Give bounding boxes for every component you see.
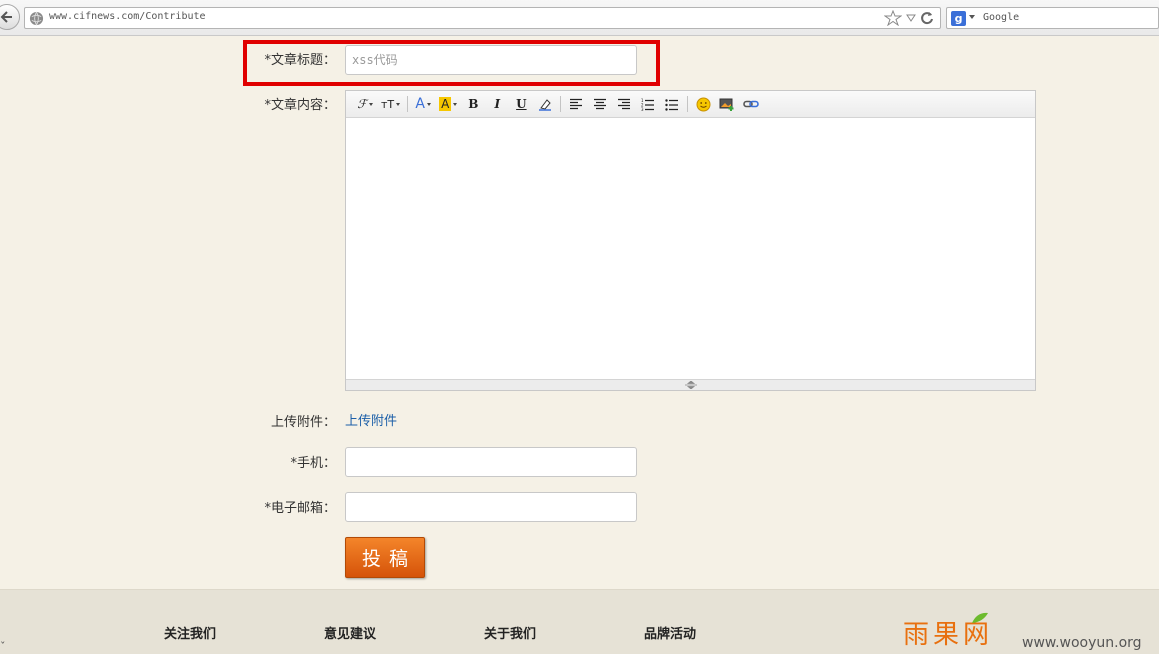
chevron-down-icon xyxy=(396,102,401,106)
editor-resize-handle[interactable] xyxy=(346,379,1035,390)
image-icon xyxy=(719,98,734,111)
align-center-icon xyxy=(594,98,607,110)
google-icon[interactable]: g xyxy=(951,11,966,26)
eraser-icon xyxy=(539,99,552,111)
rich-text-editor[interactable]: ℱ тT A A B I U 1 2 3 xyxy=(345,90,1036,391)
search-placeholder: Google xyxy=(983,12,1020,23)
email-label: *电子邮箱： xyxy=(264,501,336,516)
align-left-icon xyxy=(570,98,583,110)
align-right-icon xyxy=(618,98,631,110)
content-label: *文章内容： xyxy=(264,98,336,113)
phone-label: *手机： xyxy=(290,456,336,471)
insert-link-button[interactable] xyxy=(741,94,761,114)
align-center-button[interactable] xyxy=(590,94,610,114)
reload-icon[interactable] xyxy=(920,10,934,26)
align-left-button[interactable] xyxy=(566,94,586,114)
toolbar-divider xyxy=(687,96,689,112)
underline-button[interactable]: U xyxy=(511,94,531,114)
editor-content-area[interactable] xyxy=(346,118,1035,380)
cifnews-logo[interactable]: 雨果网 xyxy=(903,612,1023,650)
submit-button[interactable]: 投稿 xyxy=(345,537,425,578)
leaf-icon xyxy=(972,612,988,623)
address-bar[interactable]: www.cifnews.com/Contribute xyxy=(24,7,941,29)
eraser-button[interactable] xyxy=(535,94,555,114)
toolbar-divider xyxy=(407,96,409,112)
globe-icon xyxy=(29,11,44,26)
phone-input[interactable] xyxy=(345,447,637,477)
editor-toolbar: ℱ тT A A B I U 1 2 3 xyxy=(346,91,1035,118)
browser-toolbar: www.cifnews.com/Contribute g Google xyxy=(0,0,1159,36)
emoticon-button[interactable] xyxy=(693,94,713,114)
font-family-button[interactable]: ℱ xyxy=(355,94,375,114)
footer-link-about-us[interactable]: 关于我们 xyxy=(484,623,536,642)
footer-link-feedback[interactable]: 意见建议 xyxy=(324,623,376,642)
chevron-down-icon xyxy=(426,102,431,106)
bookmark-star-icon[interactable] xyxy=(884,10,902,26)
ordered-list-button[interactable]: 1 2 3 xyxy=(638,94,658,114)
chevron-down-icon xyxy=(453,102,458,106)
site-footer: 关注我们 意见建议 关于我们 品牌活动 雨果网 xyxy=(0,589,1159,654)
smiley-icon xyxy=(696,97,711,111)
font-size-button[interactable]: тT xyxy=(379,94,402,114)
chevron-down-icon: ˇ xyxy=(0,640,6,653)
font-color-button[interactable]: A xyxy=(413,94,433,114)
chevron-down-icon[interactable] xyxy=(969,15,975,19)
link-icon xyxy=(743,100,760,108)
footer-link-brand-events[interactable]: 品牌活动 xyxy=(644,623,696,642)
italic-button[interactable]: I xyxy=(487,94,507,114)
svg-text:3: 3 xyxy=(641,107,644,111)
back-arrow-icon xyxy=(0,11,12,23)
upload-attachment-link[interactable]: 上传附件 xyxy=(345,410,397,429)
resize-icon xyxy=(684,381,697,389)
background-color-button[interactable]: A xyxy=(437,94,459,114)
ordered-list-icon: 1 2 3 xyxy=(641,98,655,111)
watermark: www.wooyun.org xyxy=(1022,635,1142,651)
email-input[interactable] xyxy=(345,492,637,522)
toolbar-divider xyxy=(560,96,562,112)
unordered-list-button[interactable] xyxy=(662,94,682,114)
history-dropdown-icon[interactable] xyxy=(905,10,917,26)
chevron-down-icon xyxy=(368,102,373,106)
back-button[interactable] xyxy=(0,4,20,30)
unordered-list-icon xyxy=(665,98,679,111)
highlight-annotation-box xyxy=(243,40,660,86)
bold-button[interactable]: B xyxy=(463,94,483,114)
search-engine-box[interactable]: g Google xyxy=(946,7,1159,29)
attachment-label: 上传附件： xyxy=(270,415,336,430)
url-text: www.cifnews.com/Contribute xyxy=(49,11,206,22)
insert-image-button[interactable] xyxy=(717,94,737,114)
footer-link-follow-us[interactable]: 关注我们 xyxy=(164,623,216,642)
align-right-button[interactable] xyxy=(614,94,634,114)
